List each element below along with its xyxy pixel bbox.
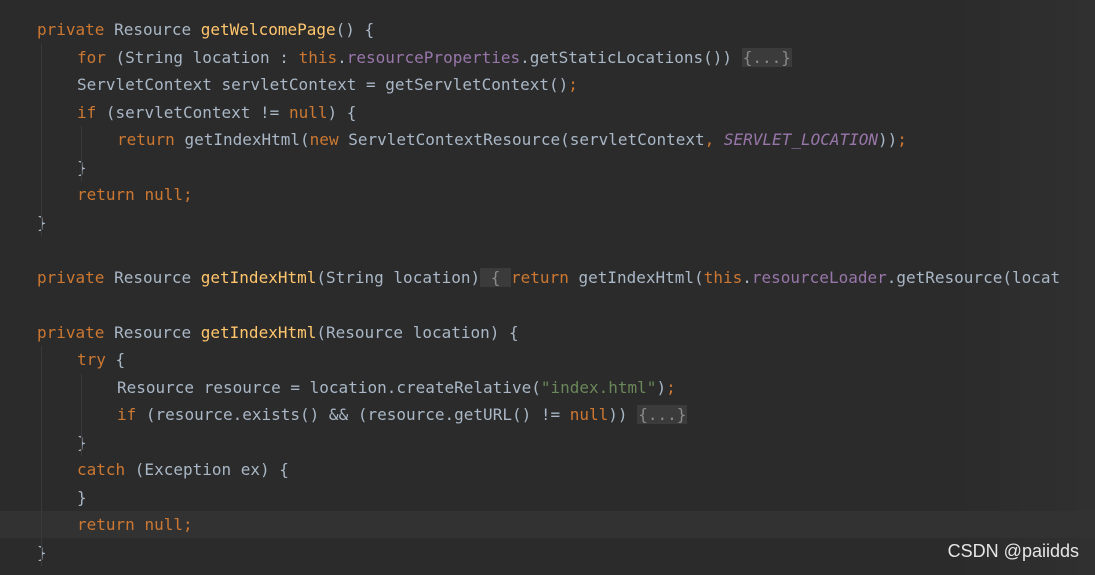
code-text: try {: [77, 346, 125, 373]
code-line[interactable]: }: [0, 484, 1095, 511]
code-token: getIndexHtml: [200, 267, 317, 287]
code-token: private: [37, 267, 115, 287]
code-token: (String location :: [115, 47, 299, 67]
code-token: (servletContext !=: [105, 102, 289, 122]
watermark-text: CSDN @paiidds: [947, 541, 1079, 561]
code-text: private Resource getWelcomePage() {: [37, 16, 374, 43]
code-line[interactable]: }: [0, 429, 1095, 456]
code-line[interactable]: if (servletContext != null) {: [0, 99, 1095, 126]
code-line[interactable]: private Resource getWelcomePage() {: [0, 16, 1095, 43]
code-line[interactable]: [0, 291, 1095, 318]
code-token: if: [77, 102, 106, 122]
code-line[interactable]: return getIndexHtml(new ServletContextRe…: [0, 126, 1095, 153]
code-line[interactable]: Resource resource = location.createRelat…: [0, 374, 1095, 401]
code-token: (resource.exists() && (resource.getURL()…: [145, 405, 570, 424]
code-token: this: [703, 267, 743, 287]
code-token: this: [298, 47, 338, 67]
code-token: ;: [568, 75, 578, 94]
code-text: private Resource getIndexHtml(String loc…: [37, 264, 1060, 291]
code-token: null: [288, 102, 328, 122]
code-token: resourceLoader: [751, 267, 887, 287]
code-text: return getIndexHtml(new ServletContextRe…: [117, 126, 907, 153]
code-token: "index.html": [540, 377, 657, 397]
code-token: ,: [704, 130, 724, 149]
code-token: try: [77, 350, 116, 369]
code-token: getWelcomePage: [200, 20, 336, 39]
code-token: null: [569, 405, 609, 424]
code-token: private: [37, 20, 115, 39]
code-token: ;: [897, 130, 907, 149]
code-token: return: [77, 515, 145, 534]
indent-guide: [41, 346, 42, 566]
code-token: getIndexHtml(: [578, 267, 704, 287]
code-text: return null;: [77, 181, 193, 208]
code-token: for: [77, 47, 116, 67]
code-token: }: [77, 487, 87, 507]
code-line[interactable]: try {: [0, 346, 1095, 373]
code-text: private Resource getIndexHtml(Resource l…: [37, 319, 519, 346]
code-token: (String location): [316, 267, 481, 287]
code-line[interactable]: private Resource getIndexHtml(String loc…: [0, 264, 1095, 291]
code-token: )): [608, 405, 638, 424]
folded-code-marker[interactable]: {...}: [741, 47, 792, 67]
code-token: if: [117, 405, 146, 424]
code-line[interactable]: catch (Exception ex) {: [0, 456, 1095, 483]
code-token: catch: [77, 460, 135, 479]
code-token: Resource: [114, 267, 201, 287]
code-text: catch (Exception ex) {: [77, 456, 289, 483]
code-token: ServletContextResource(servletContext: [348, 130, 705, 149]
code-token: )): [878, 130, 898, 149]
code-token: resourceProperties: [346, 47, 521, 67]
code-token: getIndexHtml(: [184, 130, 310, 149]
code-line[interactable]: [0, 236, 1095, 263]
code-line[interactable]: }: [0, 539, 1095, 566]
folded-code-marker[interactable]: {: [480, 267, 512, 287]
code-token: .: [337, 47, 347, 67]
code-token: return: [117, 130, 185, 149]
code-text: Resource resource = location.createRelat…: [117, 374, 676, 401]
code-line[interactable]: }: [0, 154, 1095, 181]
code-token: () {: [335, 20, 375, 39]
indent-guide: [41, 43, 42, 236]
code-token: SERVLET_LOCATION: [723, 130, 879, 149]
code-token: null;: [144, 185, 193, 204]
code-text: for (String location : this.resourceProp…: [77, 44, 792, 71]
code-line[interactable]: if (resource.exists() && (resource.getUR…: [0, 401, 1095, 428]
code-token: .getResource(locat: [886, 267, 1061, 287]
code-token: null;: [144, 515, 193, 534]
code-line[interactable]: return null;: [0, 181, 1095, 208]
code-token: Resource resource = location.createRelat…: [117, 377, 541, 397]
code-token: (Resource location) {: [316, 322, 519, 342]
code-text: if (resource.exists() && (resource.getUR…: [117, 401, 688, 428]
code-line[interactable]: ServletContext servletContext = getServl…: [0, 71, 1095, 98]
code-token: return: [511, 267, 579, 287]
code-token: ) {: [327, 102, 357, 122]
folded-code-marker[interactable]: {...}: [637, 405, 688, 424]
code-token: .: [742, 267, 752, 287]
code-editor[interactable]: private Resource getWelcomePage() {for (…: [0, 0, 1095, 575]
code-text: if (servletContext != null) {: [77, 99, 356, 126]
code-token: getIndexHtml: [200, 322, 317, 342]
code-token: ): [656, 377, 667, 397]
code-text: }: [77, 484, 87, 511]
code-token: ServletContext servletContext = getServl…: [77, 75, 569, 94]
code-text: ServletContext servletContext = getServl…: [77, 71, 578, 98]
indent-guide: [81, 126, 82, 181]
code-token: (Exception ex) {: [134, 460, 289, 479]
code-token: {: [115, 350, 126, 369]
code-line[interactable]: private Resource getIndexHtml(Resource l…: [0, 319, 1095, 346]
code-token: new: [309, 130, 349, 149]
code-text: return null;: [77, 511, 193, 538]
code-line[interactable]: for (String location : this.resourceProp…: [0, 44, 1095, 71]
code-line[interactable]: }: [0, 209, 1095, 236]
code-token: return: [77, 185, 145, 204]
indent-guide: [81, 373, 82, 456]
code-token: ;: [666, 377, 676, 397]
code-line[interactable]: return null;: [0, 511, 1095, 538]
code-token: private: [37, 322, 115, 342]
code-token: Resource: [114, 20, 201, 39]
code-token: Resource: [114, 322, 201, 342]
code-token: .getStaticLocations()): [520, 47, 742, 67]
